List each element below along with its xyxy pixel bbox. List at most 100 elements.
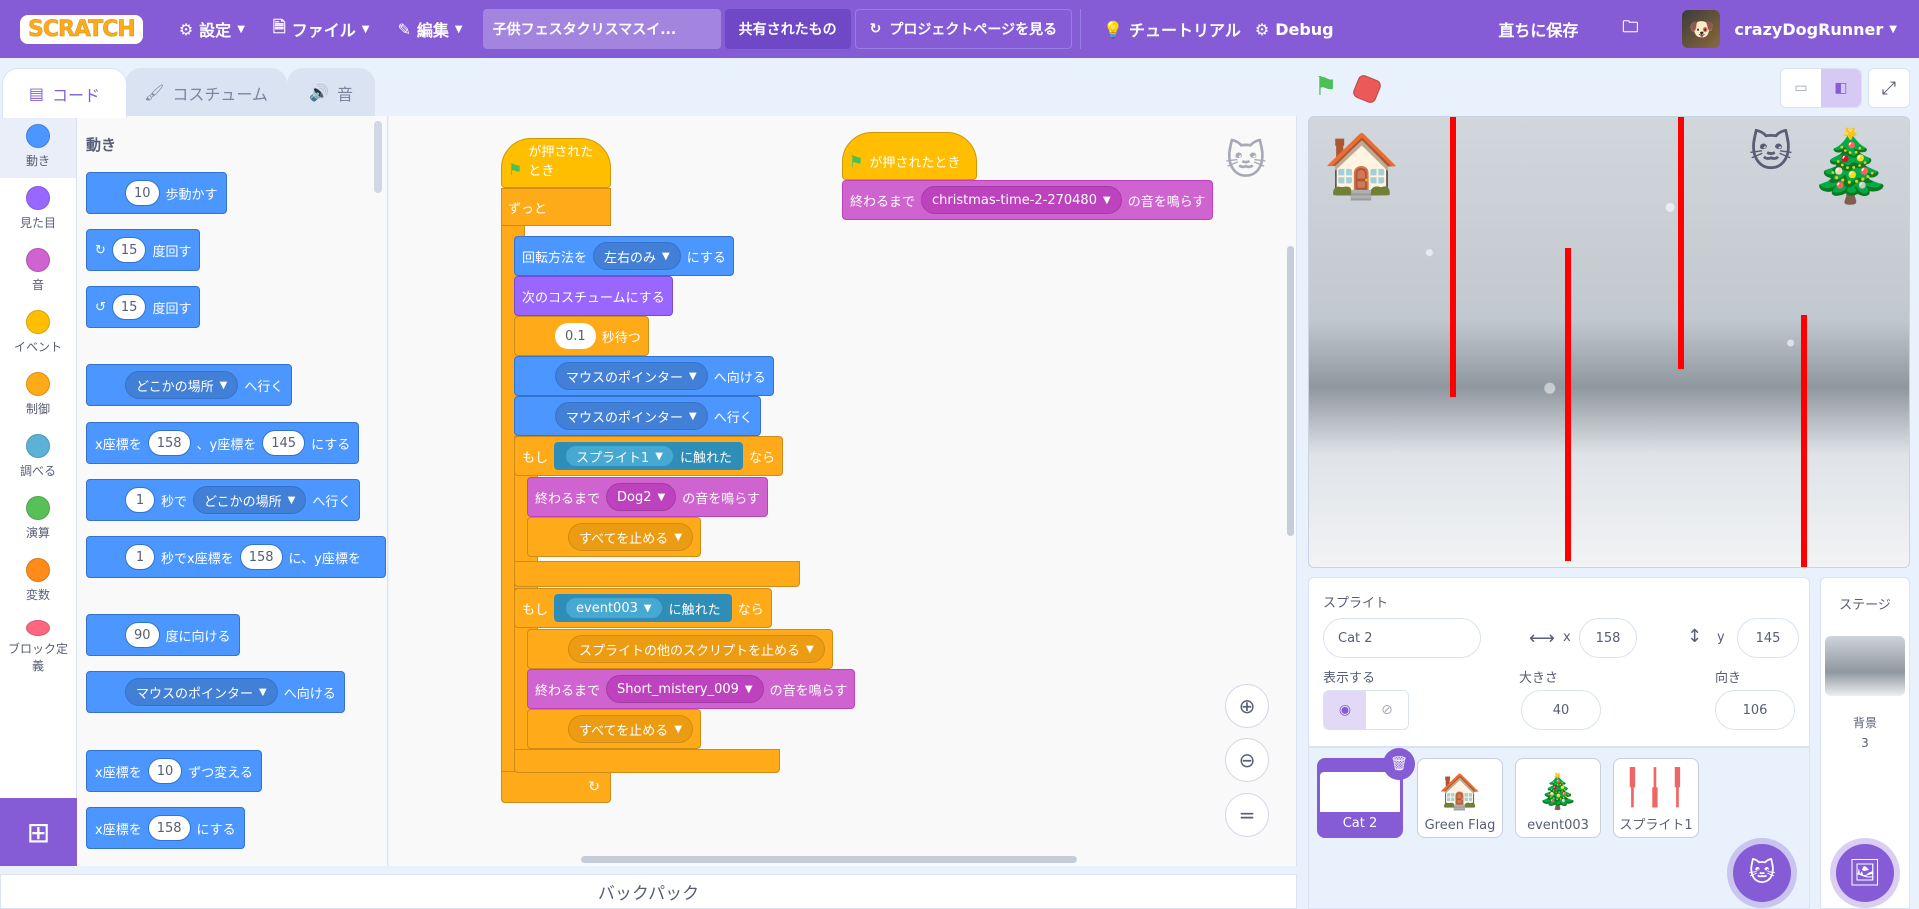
- forever-block[interactable]: ずっと: [501, 188, 611, 226]
- goto-block[interactable]: マウスのポインター ▼ へ行く: [514, 396, 761, 436]
- category-2[interactable]: 音: [0, 240, 76, 302]
- small-stage-button[interactable]: ▭: [1781, 69, 1821, 107]
- project-title-input[interactable]: 子供フェスタクリスマスイ...: [482, 9, 721, 49]
- rotation-style-block[interactable]: 回転方法を 左右のみ ▼ にする: [514, 236, 734, 276]
- category-6[interactable]: 演算: [0, 488, 76, 550]
- backdrop-thumbnail[interactable]: [1825, 636, 1905, 696]
- size-input[interactable]: 40: [1521, 690, 1601, 730]
- play-sound-until-done-block[interactable]: 終わるまで Short_mistery_009 ▼ の音を鳴らす: [527, 669, 856, 709]
- scratch-logo[interactable]: SCRATCH: [20, 14, 143, 44]
- point-towards-block[interactable]: マウスのポインター ▼ へ向ける: [514, 356, 774, 396]
- green-flag-button[interactable]: ⚑: [1314, 72, 1337, 102]
- script-workspace[interactable]: ⚑ が押されたとき ずっと ↻ 回転方法を 左右のみ ▼ にする 次のコスチュームにする…: [389, 116, 1297, 866]
- sprite-thumb-event003[interactable]: 🎄 event003: [1515, 758, 1601, 838]
- my-stuff-button[interactable]: 🗀: [1592, 0, 1668, 58]
- next-costume-block[interactable]: 次のコスチュームにする: [514, 276, 673, 316]
- file-menu[interactable]: 🗎 ファイル ▼: [259, 0, 384, 58]
- seconds-input[interactable]: 1: [125, 487, 155, 513]
- settings-menu[interactable]: ⚙ 設定 ▼: [165, 0, 259, 58]
- stage-target-panel[interactable]: ステージ 背景 3 🖼: [1820, 577, 1910, 909]
- category-0[interactable]: 動き: [0, 116, 76, 178]
- debug-button[interactable]: ⚙ Debug: [1255, 0, 1348, 58]
- stop-dropdown[interactable]: スプライトの他のスクリプトを止める ▼: [568, 635, 825, 663]
- x-input[interactable]: 158: [239, 544, 283, 570]
- point-direction-block[interactable]: 90 度に向ける: [86, 614, 240, 656]
- category-5[interactable]: 調べる: [0, 426, 76, 488]
- if-touching-block[interactable]: もし スプライト1 ▼ に触れた なら: [514, 436, 784, 476]
- gotoxy-block[interactable]: x座標を 158 、y座標を 145 にする: [86, 422, 360, 464]
- category-8[interactable]: ブロック定義: [0, 612, 76, 674]
- choose-backdrop-button[interactable]: 🖼: [1836, 844, 1894, 902]
- play-sound-until-done-block[interactable]: 終わるまで christmas-time-2-270480 ▼ の音を鳴らす: [842, 180, 1214, 220]
- set-x-block[interactable]: x座標を 158 にする: [86, 807, 245, 849]
- stop-all-block[interactable]: すべてを止める ▼: [527, 517, 702, 557]
- tab-code[interactable]: ▤ コード: [2, 68, 127, 118]
- zoom-reset-button[interactable]: =: [1225, 793, 1269, 837]
- glide-dropdown[interactable]: どこかの場所 ▼: [193, 486, 307, 514]
- touching-dropdown[interactable]: event003 ▼: [565, 597, 663, 619]
- stop-button[interactable]: [1351, 73, 1383, 105]
- category-3[interactable]: イベント: [0, 302, 76, 364]
- tutorial-button[interactable]: 💡 チュートリアル: [1089, 0, 1255, 58]
- category-1[interactable]: 見た目: [0, 178, 76, 240]
- stop-other-scripts-block[interactable]: スプライトの他のスクリプトを止める ▼: [527, 629, 833, 669]
- sound-dropdown[interactable]: Dog2 ▼: [606, 483, 677, 511]
- category-4[interactable]: 制御: [0, 364, 76, 426]
- tab-costume[interactable]: 🖌 コスチューム: [125, 68, 287, 116]
- sprite-thumb-green-flag[interactable]: 🏠 Green Flag: [1417, 758, 1503, 838]
- x-input[interactable]: 158: [147, 430, 191, 456]
- y-input[interactable]: 145: [262, 430, 306, 456]
- fullscreen-button[interactable]: ⤢: [1868, 68, 1910, 108]
- move-steps-block[interactable]: 10 歩動かす: [86, 172, 227, 214]
- sprite-thumb-sprite1[interactable]: ╿╽╿ スプライト1: [1613, 758, 1699, 838]
- if-touching-block[interactable]: もし event003 ▼ に触れた なら: [514, 588, 772, 628]
- turn-right-block[interactable]: ↻ 15 度回す: [86, 229, 201, 271]
- towards-dropdown[interactable]: マウスのポインター ▼: [125, 678, 278, 706]
- direction-input[interactable]: 90: [125, 622, 160, 648]
- stage-canvas[interactable]: 🏠 🐱 🎄: [1308, 116, 1910, 568]
- green-flag-hat-block[interactable]: ⚑ が押されたとき: [501, 138, 611, 188]
- green-flag-hat-block[interactable]: ⚑ が押されたとき: [842, 132, 977, 180]
- hide-button[interactable]: ⊘: [1366, 691, 1408, 729]
- goto-dropdown[interactable]: どこかの場所 ▼: [125, 371, 239, 399]
- backpack[interactable]: バックパック: [0, 874, 1297, 909]
- rotation-dropdown[interactable]: 左右のみ ▼: [593, 242, 681, 270]
- sprite-name-input[interactable]: Cat 2: [1323, 618, 1481, 658]
- degrees-input[interactable]: 15: [111, 237, 147, 263]
- stop-dropdown[interactable]: すべてを止める ▼: [568, 715, 694, 743]
- palette-scrollbar[interactable]: [374, 121, 382, 193]
- zoom-in-button[interactable]: ⊕: [1225, 684, 1269, 728]
- delete-sprite-button[interactable]: 🗑: [1383, 748, 1415, 780]
- touching-condition[interactable]: event003 ▼ に触れた: [554, 594, 732, 622]
- sound-dropdown[interactable]: Short_mistery_009 ▼: [606, 675, 764, 703]
- glide-block[interactable]: 1 秒で どこかの場所 ▼ へ行く: [86, 479, 361, 521]
- shared-button[interactable]: 共有されたもの: [724, 9, 851, 49]
- seconds-input[interactable]: 1: [125, 544, 155, 570]
- stop-all-block[interactable]: すべてを止める ▼: [527, 709, 702, 749]
- goto-block[interactable]: どこかの場所 ▼ へ行く: [86, 364, 293, 406]
- workspace-v-scrollbar[interactable]: [1287, 246, 1294, 536]
- see-project-page-button[interactable]: ↻ プロジェクトページを見る: [854, 9, 1073, 49]
- show-button[interactable]: ◉: [1324, 691, 1366, 729]
- point-towards-block[interactable]: マウスのポインター ▼ へ向ける: [86, 671, 345, 713]
- save-now-button[interactable]: 直ちに保存: [1484, 0, 1592, 58]
- category-7[interactable]: 変数: [0, 550, 76, 612]
- x-position-input[interactable]: 158: [1579, 618, 1637, 658]
- touching-condition[interactable]: スプライト1 ▼ に触れた: [554, 442, 744, 470]
- add-extension-button[interactable]: ⊞: [0, 798, 77, 866]
- direction-input[interactable]: 106: [1715, 690, 1795, 730]
- change-input[interactable]: 10: [147, 758, 183, 784]
- zoom-out-button[interactable]: ⊖: [1225, 738, 1269, 782]
- account-menu[interactable]: 🐶 crazyDogRunner ▼: [1668, 0, 1919, 58]
- towards-dropdown[interactable]: マウスのポインター ▼: [555, 362, 708, 390]
- workspace-h-scrollbar[interactable]: [581, 856, 1077, 863]
- wait-block[interactable]: 0.1 秒待つ: [514, 316, 649, 356]
- degrees-input[interactable]: 15: [111, 294, 147, 320]
- stop-dropdown[interactable]: すべてを止める ▼: [568, 523, 694, 551]
- glidexy-block[interactable]: 1 秒でx座標を 158 に、y座標を: [86, 536, 386, 578]
- sound-dropdown[interactable]: christmas-time-2-270480 ▼: [921, 186, 1122, 214]
- x-input[interactable]: 158: [147, 815, 191, 841]
- wait-input[interactable]: 0.1: [555, 323, 596, 349]
- large-stage-button[interactable]: ◧: [1821, 69, 1861, 107]
- play-sound-until-done-block[interactable]: 終わるまで Dog2 ▼ の音を鳴らす: [527, 477, 768, 517]
